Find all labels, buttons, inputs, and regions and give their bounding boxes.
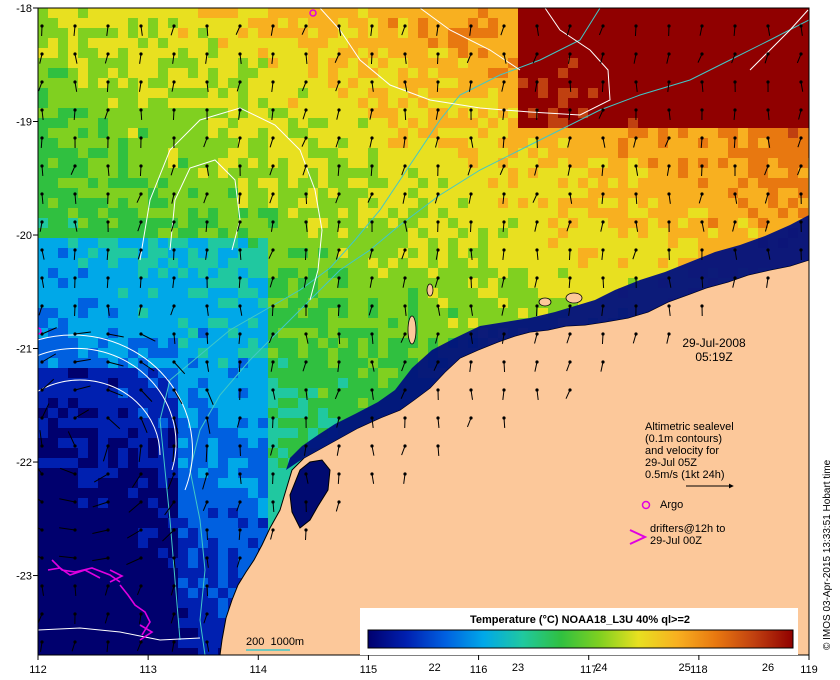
velocity-legend-line: 0.5m/s (1kt 24h): [645, 469, 724, 481]
bathymetry-legend-label: 200 1000m: [246, 636, 304, 648]
sst-map-figure: 200 1000m 112 113 114 115 116 117 118 119 -18-1…: [16, 3, 833, 676]
x-axis-tick-label: 114: [250, 664, 268, 676]
y-axis-tick-label: -19: [16, 117, 32, 129]
colorbar-tick-label: 25: [679, 662, 691, 674]
colorbar-tick-label: 23: [512, 662, 524, 674]
colorbar-tick-label: 24: [595, 662, 607, 674]
colorbar-title: Temperature (°C) NOAA18_L3U 40% ql>=2: [470, 614, 690, 626]
island: [407, 315, 417, 345]
y-axis: -18 -19 -20 -21 -22 -23: [16, 3, 38, 583]
island: [565, 292, 583, 304]
x-axis-tick-label: 116: [470, 664, 488, 676]
x-axis-tick-label: 113: [139, 664, 157, 676]
colorbar-gradient: [367, 629, 794, 649]
x-axis: 112 113 114 115 116 117 118 119: [29, 655, 818, 676]
y-axis-tick-label: -21: [16, 344, 32, 356]
x-axis-tick-label: 112: [29, 664, 47, 676]
x-axis-tick-label: 119: [800, 664, 818, 676]
island: [538, 297, 552, 307]
argo-legend-label: Argo: [660, 499, 683, 511]
drifters-legend-line: 29-Jul 00Z: [650, 535, 702, 547]
drifters-legend-line: drifters@12h to: [650, 523, 725, 535]
x-axis-tick-label: 118: [690, 664, 708, 676]
velocity-legend-line: (0.1m contours): [645, 433, 722, 445]
timestamp-time: 05:19Z: [695, 350, 732, 364]
velocity-legend-line: 29-Jul 05Z: [645, 457, 697, 469]
colorbar-tick-label: 22: [429, 662, 441, 674]
y-axis-tick-label: -20: [16, 230, 32, 242]
x-axis-tick-label: 115: [360, 664, 378, 676]
y-axis-tick-label: -22: [16, 457, 32, 469]
credit-text: © IMOS 03-Apr-2015 13:33:51 Hobart time: [822, 459, 833, 650]
velocity-legend-line: and velocity for: [645, 445, 719, 457]
island: [426, 283, 434, 297]
colorbar-tick-label: 26: [762, 662, 774, 674]
timestamp-date: 29-Jul-2008: [682, 336, 746, 350]
y-axis-tick-label: -18: [16, 3, 32, 15]
y-axis-tick-label: -23: [16, 571, 32, 583]
velocity-legend-line: Altimetric sealevel: [645, 421, 734, 433]
map-plot-area: 200 1000m: [38, 8, 809, 655]
